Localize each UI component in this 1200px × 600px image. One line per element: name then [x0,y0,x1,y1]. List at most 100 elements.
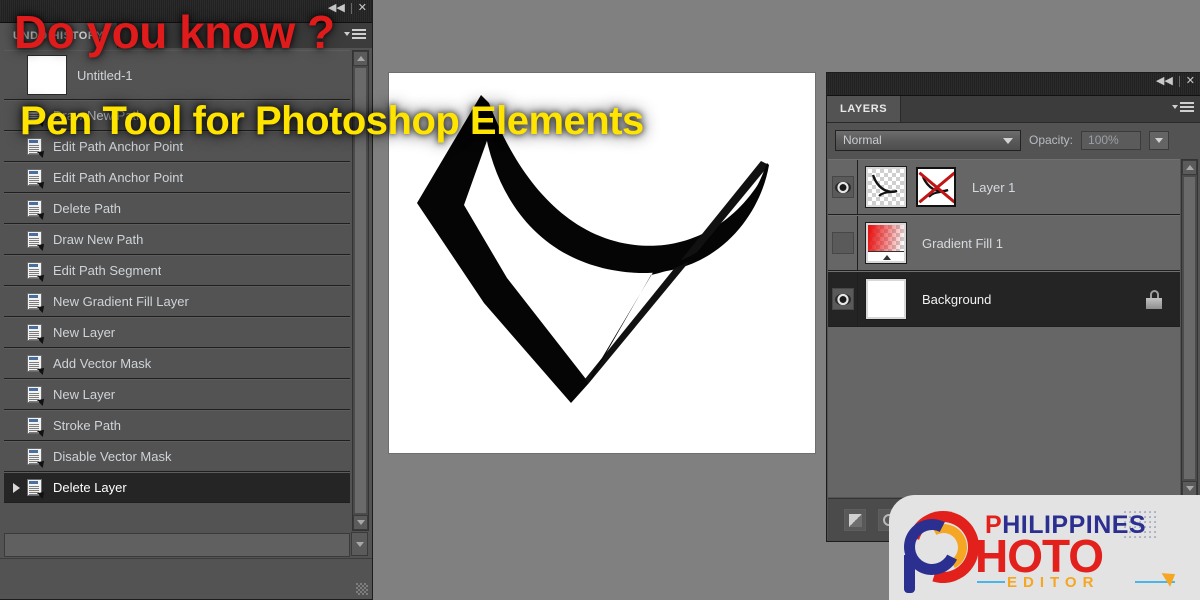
new-layer-button[interactable] [844,509,866,531]
chevron-up-icon [1185,165,1194,170]
layer-thumbnail[interactable] [865,222,907,264]
eye-icon-box[interactable] [831,288,854,310]
layers-panel-menu-icon[interactable] [1172,102,1194,112]
layer-row[interactable]: Background [828,271,1180,327]
resize-grip[interactable] [356,583,368,595]
collapse-icon[interactable]: ◀◀ [328,3,345,14]
history-item[interactable]: Edit Path Anchor Point [4,162,350,193]
history-scrollbar[interactable] [352,50,369,531]
history-action-icon [23,355,47,375]
eye-icon-box[interactable] [831,176,854,198]
scroll-down-button[interactable] [1182,481,1197,496]
history-item[interactable]: Disable Vector Mask [4,441,350,472]
scroll-down-button[interactable] [353,515,368,530]
close-icon[interactable]: ✕ [358,3,367,14]
chevron-down-icon [355,541,364,547]
history-action-icon [23,417,47,437]
chevron-down-icon [1185,486,1194,491]
history-item[interactable]: Edit Path Anchor Point [4,131,350,162]
layers-window-controls: ◀◀ ✕ [1156,76,1195,87]
scroll-up-button[interactable] [1182,160,1197,175]
scroll-up-button[interactable] [353,51,368,66]
history-window-controls: ◀◀ ✕ [328,3,367,14]
logo-p-mark-icon [894,498,992,596]
history-action-icon [23,169,47,189]
document-canvas[interactable] [388,72,816,454]
cursor-arrow-icon [1161,567,1180,587]
history-item[interactable]: Draw New Path [4,100,350,131]
history-item[interactable]: Edit Path Segment [4,255,350,286]
chevron-down-icon [344,32,350,36]
layers-scrollbar[interactable] [1181,159,1198,497]
history-item-label: New Layer [53,325,116,340]
history-item[interactable]: New Gradient Fill Layer [4,286,350,317]
layer-thumbnail[interactable] [865,166,907,208]
history-footer-bar [4,532,368,557]
opacity-label: Opacity: [1029,133,1074,147]
history-state-marker [9,482,23,493]
history-action-icon [23,138,47,158]
snapshot-label: Untitled-1 [77,67,133,83]
history-action-icon [23,107,47,127]
history-item[interactable]: Delete Path [4,193,350,224]
scrollbar-thumb[interactable] [1183,176,1196,480]
vector-mask-thumbnail[interactable] [916,167,956,207]
eye-icon-box[interactable] [831,232,854,254]
opacity-input[interactable]: 100% [1081,130,1142,150]
history-action-icon [23,448,47,468]
history-item[interactable]: Delete Layer [4,472,350,503]
layer-visibility-cell[interactable] [828,216,858,270]
history-action-icon [23,293,47,313]
chevron-up-icon [356,56,365,61]
layers-tab-row: LAYERS [827,96,1200,123]
history-item-label: Delete Path [53,201,121,216]
chevron-down-icon [1172,105,1178,109]
history-item[interactable]: Draw New Path [4,224,350,255]
history-item-label: Edit Path Anchor Point [53,139,184,154]
history-item[interactable]: New Layer [4,379,350,410]
history-panel-bottom [0,558,372,599]
history-item-label: Edit Path Segment [53,263,162,278]
layer-visibility-cell[interactable] [828,160,858,214]
lock-icon [1146,290,1162,309]
history-action-icon [23,386,47,406]
brand-editor: EDITOR [1007,574,1100,591]
history-footer-button[interactable] [351,532,368,556]
tab-layers[interactable]: LAYERS [827,96,902,122]
history-item[interactable]: Add Vector Mask [4,348,350,379]
blend-mode-select[interactable]: Normal [835,129,1021,151]
titlebar-divider [350,3,352,14]
history-panel-menu-icon[interactable] [344,29,366,39]
layers-titlebar: ◀◀ ✕ [827,73,1200,96]
scrollbar-thumb[interactable] [354,67,367,514]
history-list[interactable]: Untitled-1 Draw New Path Edit Path Anchor … [4,50,350,531]
history-item-label: Delete Layer [53,480,127,495]
layer-name-label: Gradient Fill 1 [922,235,1003,251]
history-action-icon [23,324,47,344]
chevron-down-icon [1003,137,1013,144]
layer-name-label: Layer 1 [972,179,1016,195]
history-item-label: New Gradient Fill Layer [53,294,189,309]
opacity-stepper-button[interactable] [1149,130,1170,150]
history-titlebar: ◀◀ ✕ [0,0,372,23]
layer-row[interactable]: Gradient Fill 1 [828,215,1180,271]
new-layer-icon [848,513,862,527]
chevron-down-icon [1155,137,1164,143]
snapshot-thumbnail [27,55,67,95]
eye-icon [834,181,851,193]
history-item[interactable]: New Layer [4,317,350,348]
tab-undo-history[interactable]: UNDO HISTORY [0,23,118,49]
history-body: Untitled-1 Draw New Path Edit Path Anchor … [0,48,372,557]
history-action-icon [23,200,47,220]
layers-panel: ◀◀ ✕ LAYERS Normal Opacity: 100% Layer 1… [826,72,1200,542]
hamburger-icon [1180,102,1194,112]
history-item[interactable]: Stroke Path [4,410,350,441]
close-icon[interactable]: ✕ [1186,76,1195,87]
layers-list[interactable]: Layer 1 Gradient Fill 1 Background [828,159,1180,497]
history-item-label: Draw New Path [53,108,144,123]
collapse-icon[interactable]: ◀◀ [1156,76,1173,87]
layer-row[interactable]: Layer 1 [828,159,1180,215]
history-snapshot-row[interactable]: Untitled-1 [4,50,350,100]
layer-thumbnail[interactable] [865,278,907,320]
layer-visibility-cell[interactable] [828,272,858,326]
